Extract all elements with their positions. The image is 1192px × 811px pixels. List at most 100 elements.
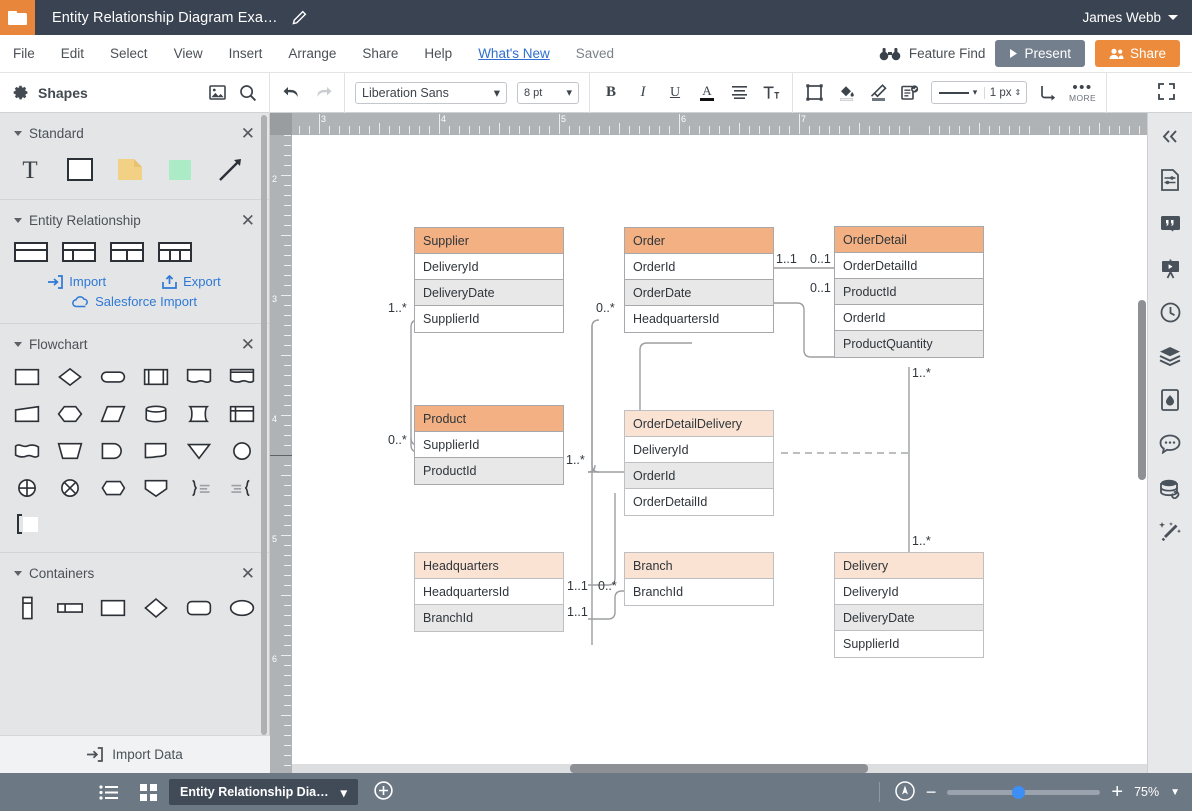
bold-button[interactable]: B: [600, 82, 622, 104]
trapezoid-left-shape[interactable]: [14, 401, 40, 427]
entity-attribute[interactable]: SupplierId: [415, 432, 563, 458]
inverted-triangle-shape[interactable]: [186, 438, 212, 464]
entity-attribute[interactable]: ProductId: [415, 458, 563, 484]
entity-attribute[interactable]: BranchId: [415, 605, 563, 631]
diagram-page[interactable]: Supplier DeliveryId DeliveryDate Supplie…: [292, 135, 1147, 773]
zoom-slider-thumb[interactable]: [1012, 786, 1025, 799]
sidebar-scrollbar[interactable]: [261, 115, 267, 735]
text-color-button[interactable]: A: [696, 82, 718, 104]
add-page-button[interactable]: [374, 781, 393, 803]
import-button[interactable]: Import: [48, 274, 106, 289]
close-icon[interactable]: ✕: [241, 336, 255, 353]
or-junction-shape[interactable]: [57, 475, 83, 501]
entity-attribute[interactable]: OrderDate: [625, 280, 773, 306]
zoom-slider[interactable]: [947, 790, 1100, 795]
note-shape[interactable]: [114, 153, 146, 185]
entity-branch[interactable]: Branch BranchId: [624, 552, 774, 606]
card-shape[interactable]: [143, 438, 169, 464]
comment-quote-icon[interactable]: [1155, 209, 1185, 239]
entity-attribute[interactable]: HeadquartersId: [625, 306, 773, 332]
gear-icon[interactable]: [12, 84, 29, 101]
ruler-horizontal[interactable]: 34567: [292, 113, 1147, 135]
more-button[interactable]: ••• MORE: [1069, 83, 1096, 103]
er-entity-4[interactable]: [158, 240, 192, 264]
menu-arrange[interactable]: Arrange: [275, 35, 349, 73]
entity-attribute[interactable]: SupplierId: [835, 631, 983, 657]
section-standard-header[interactable]: Standard ✕: [0, 113, 269, 153]
circle-shape[interactable]: [229, 438, 255, 464]
er-entity-1[interactable]: [14, 240, 48, 264]
feature-find-button[interactable]: Feature Find: [879, 46, 986, 61]
font-size-select[interactable]: 8 pt ▾: [517, 82, 579, 104]
wave-document-shape[interactable]: [14, 438, 40, 464]
fill-button[interactable]: [835, 82, 857, 104]
search-icon[interactable]: [239, 84, 257, 102]
shape-data-button[interactable]: [899, 82, 921, 104]
horizontal-container-shape[interactable]: [57, 593, 83, 623]
bracket-shape[interactable]: [14, 512, 46, 538]
salesforce-import-button[interactable]: Salesforce Import: [72, 294, 197, 309]
text-shape[interactable]: T: [14, 153, 46, 185]
stored-data-shape[interactable]: [186, 401, 212, 427]
entity-attribute[interactable]: DeliveryId: [415, 254, 563, 280]
sticky-shape[interactable]: [164, 153, 196, 185]
pan-tool-icon[interactable]: [895, 781, 915, 804]
entity-attribute[interactable]: OrderId: [625, 463, 773, 489]
vertical-container-shape[interactable]: [14, 593, 40, 623]
zoom-out-button[interactable]: −: [926, 785, 937, 799]
rectangle-container-shape[interactable]: [100, 593, 126, 623]
entity-attribute[interactable]: ProductQuantity: [835, 331, 983, 357]
page-tab[interactable]: Entity Relationship Dia… ▾: [169, 779, 358, 805]
menu-view[interactable]: View: [161, 35, 216, 73]
section-er-header[interactable]: Entity Relationship ✕: [0, 200, 269, 240]
connector-button[interactable]: [1037, 82, 1059, 104]
diamond-container-shape[interactable]: [143, 593, 169, 623]
theme-drop-icon[interactable]: [1155, 385, 1185, 415]
entity-product[interactable]: Product SupplierId ProductId: [414, 405, 564, 485]
entity-attribute[interactable]: SupplierId: [415, 306, 563, 332]
rectangle-shape[interactable]: [64, 153, 96, 185]
chevron-down-icon[interactable]: ▼: [1170, 787, 1180, 798]
close-icon[interactable]: ✕: [241, 125, 255, 142]
manual-operation-shape[interactable]: [57, 438, 83, 464]
italic-button[interactable]: I: [632, 82, 654, 104]
er-entity-3[interactable]: [110, 240, 144, 264]
chevron-down-icon[interactable]: [14, 571, 22, 576]
entity-attribute[interactable]: OrderId: [625, 254, 773, 280]
entity-attribute[interactable]: ProductId: [835, 279, 983, 305]
entity-attribute[interactable]: DeliveryId: [835, 579, 983, 605]
align-button[interactable]: [728, 82, 750, 104]
entity-attribute[interactable]: OrderDetailId: [835, 253, 983, 279]
line-weight-stepper[interactable]: 1 px ⇕: [984, 87, 1026, 99]
terminator-shape[interactable]: [100, 364, 126, 390]
process-shape[interactable]: [14, 364, 40, 390]
document-shape[interactable]: [186, 364, 212, 390]
section-flowchart-header[interactable]: Flowchart ✕: [0, 324, 269, 364]
chat-icon[interactable]: [1155, 429, 1185, 459]
brace-right-shape[interactable]: [186, 475, 212, 501]
brace-left-shape[interactable]: [229, 475, 255, 501]
entity-attribute[interactable]: DeliveryDate: [415, 280, 563, 306]
fullscreen-button[interactable]: [1157, 82, 1192, 104]
menu-insert[interactable]: Insert: [216, 35, 276, 73]
history-clock-icon[interactable]: [1155, 297, 1185, 327]
document-title[interactable]: Entity Relationship Diagram Exa…: [52, 10, 278, 26]
entity-supplier[interactable]: Supplier DeliveryId DeliveryDate Supplie…: [414, 227, 564, 333]
redo-button[interactable]: [312, 82, 334, 104]
chevron-down-icon[interactable]: [14, 342, 22, 347]
document-properties-icon[interactable]: [1155, 165, 1185, 195]
import-data-button[interactable]: Import Data: [0, 735, 270, 773]
ruler-vertical[interactable]: 234567: [270, 135, 292, 773]
present-button[interactable]: Present: [995, 40, 1085, 67]
chevron-down-icon[interactable]: [14, 218, 22, 223]
section-containers-header[interactable]: Containers ✕: [0, 553, 269, 593]
font-family-select[interactable]: Liberation Sans ▾: [355, 82, 507, 104]
menu-share[interactable]: Share: [349, 35, 411, 73]
chevron-down-icon[interactable]: ▾: [341, 785, 347, 800]
canvas-viewport[interactable]: Supplier DeliveryId DeliveryDate Supplie…: [292, 135, 1147, 773]
list-view-icon[interactable]: [95, 779, 121, 805]
entity-attribute[interactable]: HeadquartersId: [415, 579, 563, 605]
multi-document-shape[interactable]: [229, 364, 255, 390]
entity-headquarters[interactable]: Headquarters HeadquartersId BranchId: [414, 552, 564, 632]
close-icon[interactable]: ✕: [241, 212, 255, 229]
